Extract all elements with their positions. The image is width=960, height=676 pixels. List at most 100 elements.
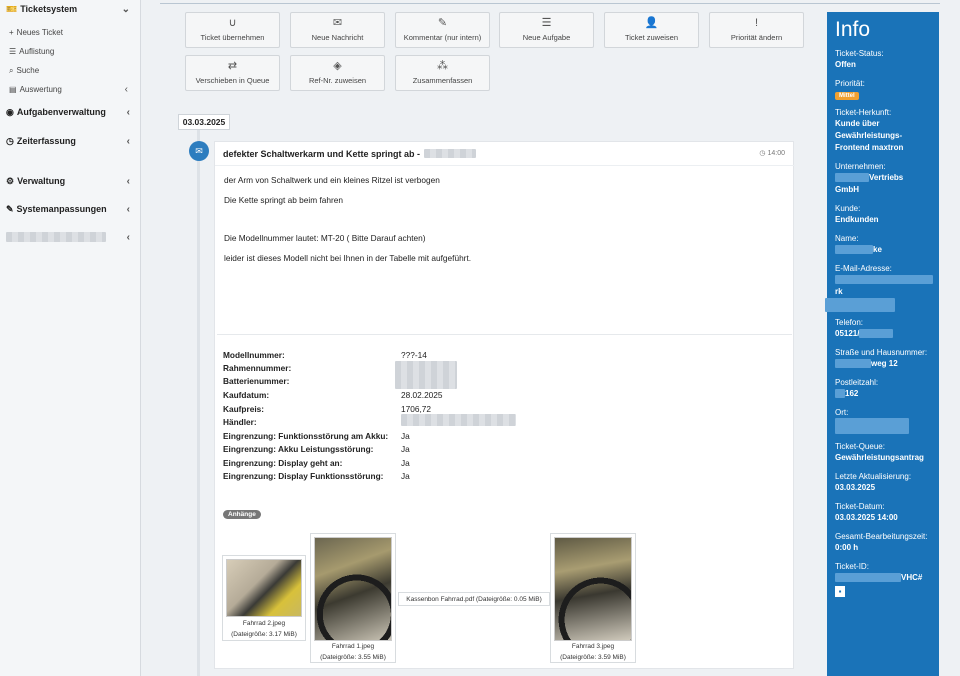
- sidebar: 🎫 Ticketsystem ⌄ + Neues Ticket ☰ Auflistun…: [0, 0, 141, 676]
- redacted-value: [859, 329, 894, 339]
- ticket-id: VHC#: [835, 572, 931, 584]
- info-label: Postleitzahl:: [835, 378, 879, 387]
- attachment-image: [314, 537, 392, 641]
- detail-value: ???-14: [401, 350, 427, 360]
- divider: [217, 334, 792, 335]
- message-line: der Arm von Schaltwerk und ein kleines R…: [224, 175, 440, 185]
- cube-icon: ◈: [333, 60, 342, 72]
- kommentar-button[interactable]: ✎ Kommentar (nur intern): [395, 12, 490, 48]
- wrench-icon: ✎: [6, 203, 14, 214]
- detail-label: Eingrenzung: Display geht an:: [223, 458, 343, 468]
- chevron-left-icon: ‹: [126, 203, 130, 215]
- info-label: Name:: [835, 234, 859, 243]
- detail-label: Eingrenzung: Akku Leistungsstörung:: [223, 444, 374, 454]
- detail-label: Eingrenzung: Display Funktionsstörung:: [223, 471, 384, 481]
- nav-neues-ticket[interactable]: + Neues Ticket: [0, 23, 140, 42]
- message-time: ◷ 14:00: [759, 150, 785, 157]
- ticket-uebernehmen-button[interactable]: ∪ Ticket übernehmen: [185, 12, 280, 48]
- nav-systemanpassungen[interactable]: ✎ Systemanpassungen ‹: [0, 200, 140, 218]
- ticket-origin: Kunde über Gewährleistungs-Frontend maxt…: [835, 119, 904, 152]
- neue-aufgabe-button[interactable]: ☰ Neue Aufgabe: [499, 12, 594, 48]
- redacted-label: [6, 232, 106, 242]
- nav-suche[interactable]: ⌕ Suche: [0, 61, 140, 80]
- zusammenfassen-button[interactable]: ⁂ Zusammenfassen: [395, 55, 490, 91]
- company: Vertriebs: [835, 172, 931, 184]
- customer-name: ke: [835, 244, 931, 256]
- cubes-icon: ⁂: [437, 60, 448, 72]
- copy-icon: ▪: [835, 586, 845, 597]
- ticket-status: Offen: [835, 60, 856, 69]
- attachment-thumbnail[interactable]: Fahrrad 3.jpeg (Dateigröße: 3.59 MiB): [550, 533, 636, 663]
- info-label: Ticket-Herkunft:: [835, 108, 892, 117]
- redacted-value: [835, 359, 871, 369]
- detail-label: Händler:: [223, 417, 257, 427]
- search-icon: ⌕: [9, 65, 14, 75]
- customer-zip: 162: [835, 388, 931, 400]
- chart-icon: ▤: [9, 85, 17, 94]
- nav-ticketsystem[interactable]: 🎫 Ticketsystem ⌄: [0, 0, 140, 18]
- redacted-value: [835, 389, 845, 399]
- nav-verwaltung[interactable]: ⚙ Verwaltung ‹: [0, 172, 140, 190]
- user-icon: 👤: [644, 17, 659, 29]
- timeline-line: [197, 130, 200, 676]
- list-icon: ☰: [9, 47, 17, 56]
- attachment-image: [554, 537, 632, 641]
- chevron-left-icon: ‹: [126, 135, 130, 147]
- info-label: Ticket-ID:: [835, 562, 869, 571]
- ticket-icon: 🎫: [6, 3, 18, 14]
- attachment-thumbnail[interactable]: Fahrrad 1.jpeg (Dateigröße: 3.55 MiB): [310, 533, 396, 663]
- nav-auflistung[interactable]: ☰ Auflistung: [0, 42, 140, 61]
- chevron-left-icon: ‹: [126, 175, 130, 187]
- info-label: Ort:: [835, 408, 849, 417]
- nav-hidden-item[interactable]: ‹: [0, 228, 140, 246]
- redacted-subject: [424, 149, 477, 158]
- chevron-down-icon: ⌄: [121, 3, 130, 15]
- check-circle-icon: ◉: [6, 106, 14, 117]
- clock-icon: ◷: [759, 150, 766, 157]
- attachment-pdf[interactable]: Kassenbon Fahrrad.pdf (Dateigröße: 0.05 …: [398, 592, 550, 606]
- message-header[interactable]: defekter Schaltwerkarm und Kette springt…: [215, 142, 795, 166]
- message-line: leider ist dieses Modell nicht bei Ihnen…: [224, 253, 472, 263]
- info-label: Kunde:: [835, 204, 861, 213]
- header-divider: [160, 3, 940, 4]
- message-card: defekter Schaltwerkarm und Kette springt…: [214, 141, 795, 669]
- nav-zeiterfassung[interactable]: ◷ Zeiterfassung ‹: [0, 132, 140, 150]
- neue-nachricht-button[interactable]: ✉ Neue Nachricht: [290, 12, 385, 48]
- nav-auswertung[interactable]: ▤ Auswertung ‹: [0, 80, 140, 99]
- attachment-thumbnail[interactable]: Fahrrad 2.jpeg (Dateigröße: 3.17 MiB): [222, 555, 306, 641]
- detail-value: 28.02.2025: [401, 390, 443, 400]
- clock-icon: ◷: [6, 135, 14, 146]
- redacted-value: [835, 418, 909, 434]
- info-label: Unternehmen:: [835, 162, 886, 171]
- info-label: Gesamt-Bearbeitungszeit:: [835, 532, 928, 541]
- copy-id-button[interactable]: ▪: [835, 586, 931, 597]
- attachment-image: [226, 559, 302, 617]
- chevron-left-icon: ‹: [124, 84, 128, 95]
- info-label: Telefon:: [835, 318, 864, 327]
- ticket-zuweisen-button[interactable]: 👤 Ticket zuweisen: [604, 12, 699, 48]
- magnet-icon: ∪: [228, 17, 237, 29]
- info-label: Ticket-Status:: [835, 49, 884, 58]
- nav-aufgabenverwaltung[interactable]: ◉ Aufgabenverwaltung ‹: [0, 103, 140, 121]
- verschieben-queue-button[interactable]: ⇄ Verschieben in Queue: [185, 55, 280, 91]
- info-title: Info: [835, 18, 871, 41]
- ref-nr-button[interactable]: ◈ Ref-Nr. zuweisen: [290, 55, 385, 91]
- redacted-value: [401, 414, 516, 426]
- chevron-left-icon: ‹: [126, 106, 130, 118]
- customer-street: weg 12: [835, 358, 931, 370]
- redacted-value: [835, 573, 901, 583]
- customer-phone: 05121/: [835, 328, 931, 340]
- info-label: Ticket-Datum:: [835, 502, 885, 511]
- detail-value: Ja: [401, 458, 410, 468]
- info-label: Letzte Aktualisierung:: [835, 472, 912, 481]
- customer-email: rk: [835, 274, 933, 298]
- detail-label: Batterienummer:: [223, 376, 290, 386]
- gear-icon: ⚙: [6, 175, 15, 186]
- detail-label: Kaufpreis:: [223, 404, 265, 414]
- detail-label: Kaufdatum:: [223, 390, 270, 400]
- prioritaet-aendern-button[interactable]: ! Priorität ändern: [709, 12, 804, 48]
- exclamation-icon: !: [754, 17, 759, 29]
- redacted-value: [825, 298, 895, 312]
- envelope-icon: ✉: [189, 141, 209, 161]
- ticket-queue: Gewährleistungsantrag: [835, 453, 924, 462]
